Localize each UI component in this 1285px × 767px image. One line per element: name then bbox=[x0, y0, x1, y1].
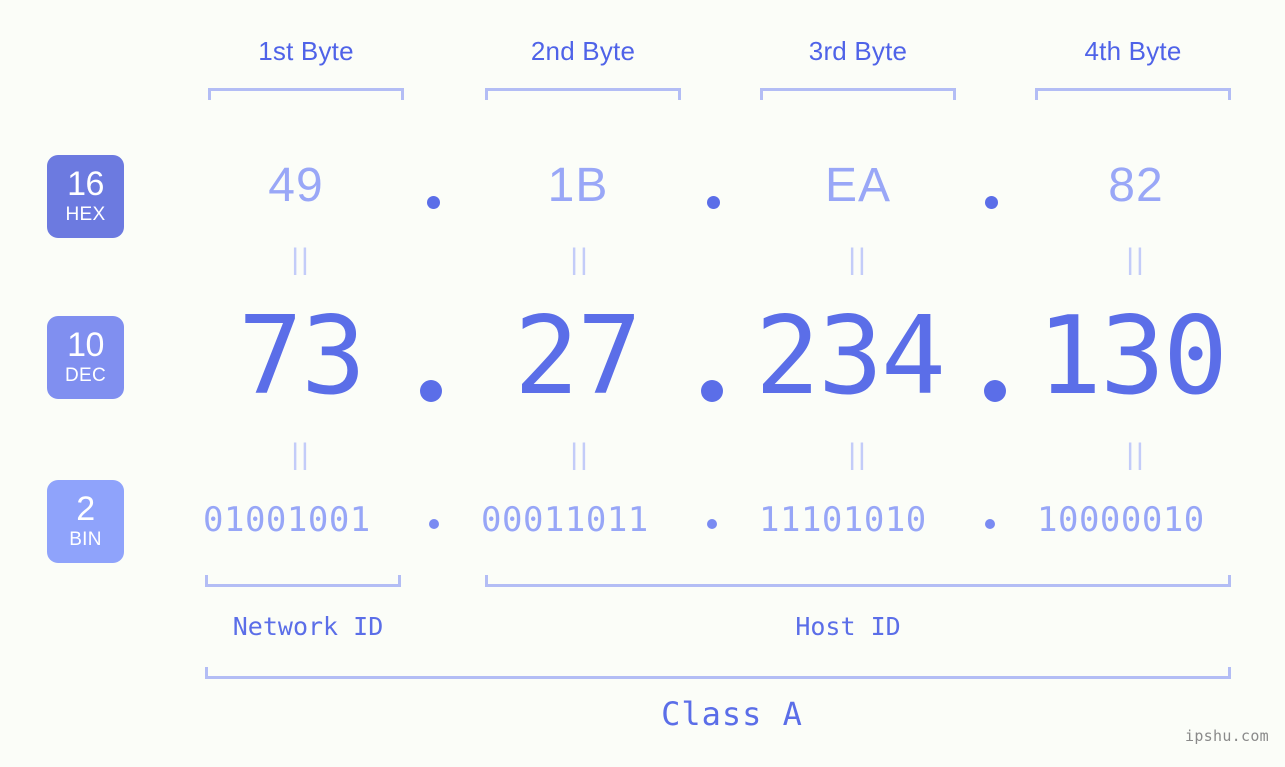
equality-mark-hex-dec-2: || bbox=[570, 243, 590, 276]
equality-mark-hex-dec-3: || bbox=[848, 243, 868, 276]
ip-byte-breakdown-diagram: 1st Byte 2nd Byte 3rd Byte 4th Byte 16 H… bbox=[0, 0, 1285, 767]
byte-header-label-4: 4th Byte bbox=[1084, 36, 1182, 66]
byte-header-label-1: 1st Byte bbox=[258, 36, 354, 66]
bin-value-byte-1: 01001001 bbox=[203, 500, 371, 540]
equality-mark-hex-dec-1: || bbox=[291, 243, 311, 276]
dec-row: 73 27 234 130 bbox=[0, 292, 1285, 422]
hex-value-byte-2: 1B bbox=[547, 159, 609, 212]
bin-separator-dot-1 bbox=[429, 519, 439, 529]
hex-separator-dot-1 bbox=[427, 196, 440, 209]
equality-mark-dec-bin-4: || bbox=[1126, 438, 1146, 471]
dec-value-byte-1: 73 bbox=[238, 294, 366, 419]
hex-value-byte-4: 82 bbox=[1108, 159, 1164, 212]
host-id-bracket bbox=[485, 575, 1231, 587]
bin-separator-dot-3 bbox=[985, 519, 995, 529]
hex-separator-dot-3 bbox=[985, 196, 998, 209]
dec-value-byte-3: 234 bbox=[755, 294, 946, 419]
base-badge-bin-name: BIN bbox=[69, 529, 102, 550]
equality-mark-dec-bin-3: || bbox=[848, 438, 868, 471]
dec-separator-dot-2 bbox=[701, 380, 723, 402]
bin-value-byte-4: 10000010 bbox=[1037, 500, 1205, 540]
equality-mark-dec-bin-1: || bbox=[291, 438, 311, 471]
class-bracket bbox=[205, 667, 1231, 679]
byte-bracket-1 bbox=[208, 88, 404, 100]
class-label: Class A bbox=[661, 695, 803, 733]
equality-mark-dec-bin-2: || bbox=[570, 438, 590, 471]
network-id-bracket bbox=[205, 575, 401, 587]
byte-header-label-2: 2nd Byte bbox=[530, 36, 636, 66]
byte-bracket-4 bbox=[1035, 88, 1231, 100]
dec-separator-dot-1 bbox=[420, 380, 442, 402]
hex-value-byte-1: 49 bbox=[268, 159, 324, 212]
base-badge-hex[interactable]: 16 HEX bbox=[47, 155, 124, 238]
base-badge-hex-name: HEX bbox=[65, 204, 106, 225]
byte-bracket-2 bbox=[485, 88, 681, 100]
hex-value-byte-3: EA bbox=[824, 159, 892, 212]
dec-separator-dot-3 bbox=[984, 380, 1006, 402]
byte-bracket-3 bbox=[760, 88, 956, 100]
bin-separator-dot-2 bbox=[707, 519, 717, 529]
base-badge-hex-number: 16 bbox=[67, 165, 104, 203]
host-id-label: Host ID bbox=[795, 612, 901, 641]
site-watermark: ipshu.com bbox=[1185, 727, 1269, 745]
bin-value-byte-3: 11101010 bbox=[759, 500, 927, 540]
hex-separator-dot-2 bbox=[707, 196, 720, 209]
base-badge-bin-number: 2 bbox=[76, 490, 95, 528]
equality-mark-hex-dec-4: || bbox=[1126, 243, 1146, 276]
byte-header-label-3: 3rd Byte bbox=[808, 36, 908, 66]
dec-value-byte-4: 130 bbox=[1037, 294, 1228, 419]
network-id-label: Network ID bbox=[232, 612, 384, 641]
dec-value-byte-2: 27 bbox=[514, 294, 642, 419]
base-badge-bin[interactable]: 2 BIN bbox=[47, 480, 124, 563]
bin-value-byte-2: 00011011 bbox=[481, 500, 649, 540]
